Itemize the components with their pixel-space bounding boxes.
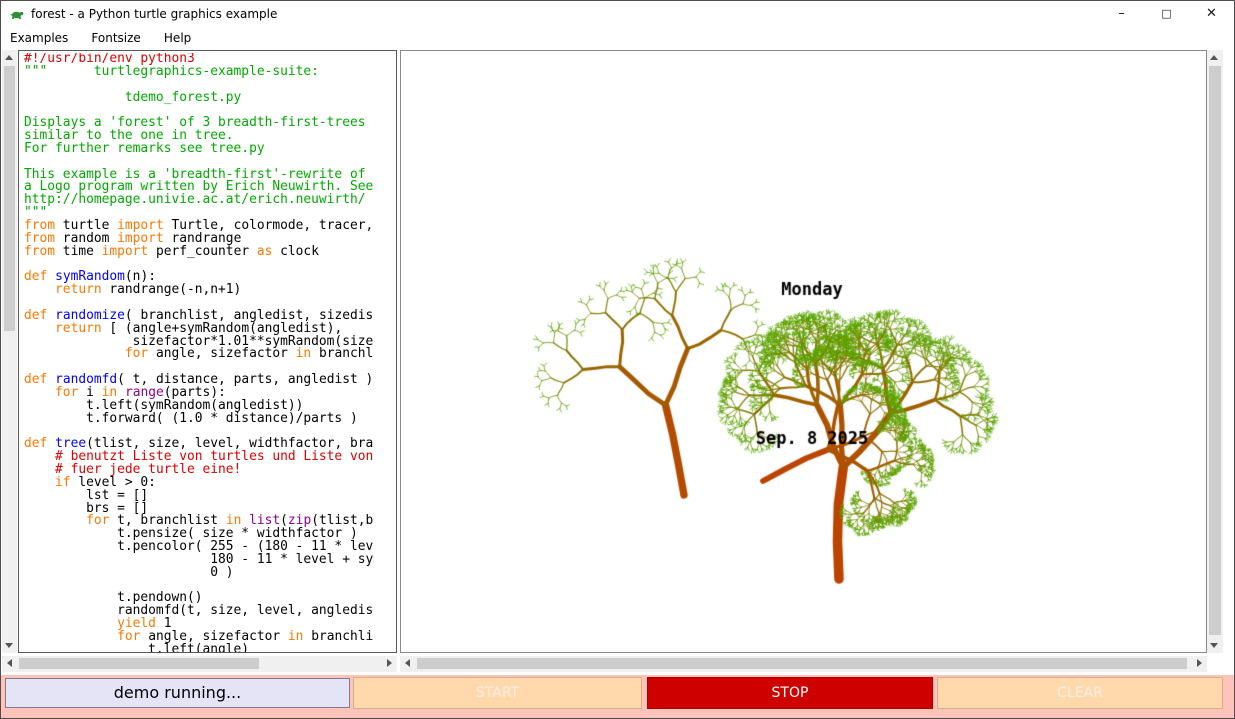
menu-item-help[interactable]: Help	[155, 28, 200, 49]
control-bar: demo running... START STOP CLEAR	[1, 675, 1235, 719]
turtle-canvas	[400, 50, 1207, 653]
code-line: """ turtlegraphics-example-suite:	[24, 66, 374, 79]
canvas-scroll-right-button[interactable]	[1192, 656, 1207, 671]
code-line: t.left(angle)	[24, 644, 374, 652]
code-vertical-scrollbar[interactable]	[2, 50, 17, 653]
start-button[interactable]: START	[353, 677, 642, 709]
close-button[interactable]: ✕	[1189, 1, 1234, 27]
canvas-hscroll-thumb[interactable]	[417, 658, 1187, 669]
canvas-scroll-up-button[interactable]	[1207, 50, 1222, 65]
code-line: return randrange(-n,n+1)	[24, 284, 374, 297]
code-horizontal-scrollbar[interactable]	[2, 656, 397, 672]
canvas-vertical-scrollbar[interactable]	[1207, 50, 1223, 653]
canvas-vscroll-thumb[interactable]	[1209, 66, 1221, 635]
stop-button[interactable]: STOP	[647, 677, 933, 709]
window-title: forest - a Python turtle graphics exampl…	[31, 1, 277, 27]
chevron-right-icon	[387, 659, 392, 667]
code-line: for angle, sizefactor in branchlist ]	[24, 348, 374, 361]
code-line: t.forward( (1.0 * distance)/parts )	[24, 413, 374, 426]
canvas-scroll-down-button[interactable]	[1207, 638, 1222, 653]
scroll-right-button[interactable]	[382, 656, 397, 671]
code-text: #!/usr/bin/env python3""" turtlegraphics…	[24, 53, 374, 652]
code-editor[interactable]: #!/usr/bin/env python3""" turtlegraphics…	[18, 50, 397, 653]
menu-item-examples[interactable]: Examples	[1, 28, 77, 49]
chevron-right-icon	[1197, 659, 1202, 667]
code-line: from time import perf_counter as clock	[24, 246, 374, 259]
code-hscroll-thumb[interactable]	[19, 658, 259, 669]
scroll-left-button[interactable]	[2, 656, 17, 671]
chevron-up-icon	[5, 55, 13, 60]
chevron-left-icon	[405, 659, 410, 667]
clear-button[interactable]: CLEAR	[937, 677, 1223, 709]
turtle-icon	[9, 6, 25, 22]
code-line: tdemo_forest.py	[24, 92, 374, 105]
titlebar[interactable]: forest - a Python turtle graphics exampl…	[1, 1, 1234, 27]
menubar: Examples Fontsize Help	[1, 27, 1234, 48]
code-line: http://homepage.univie.ac.at/erich.neuwi…	[24, 194, 374, 207]
menu-item-fontsize[interactable]: Fontsize	[82, 28, 149, 49]
code-line: For further remarks see tree.py	[24, 143, 374, 156]
minimize-button[interactable]: –	[1099, 1, 1144, 27]
canvas-horizontal-scrollbar[interactable]	[400, 656, 1207, 672]
canvas-scroll-left-button[interactable]	[400, 656, 415, 671]
chevron-left-icon	[7, 659, 12, 667]
app-window: forest - a Python turtle graphics exampl…	[0, 0, 1235, 719]
chevron-down-icon	[1210, 643, 1218, 648]
code-line: 0 )	[24, 567, 374, 580]
chevron-up-icon	[1210, 55, 1218, 60]
maximize-button[interactable]: □	[1144, 1, 1189, 27]
chevron-down-icon	[5, 643, 13, 648]
code-vscroll-thumb[interactable]	[4, 66, 15, 331]
scroll-down-button[interactable]	[2, 638, 17, 653]
status-label: demo running...	[5, 678, 350, 708]
scroll-up-button[interactable]	[2, 50, 17, 65]
